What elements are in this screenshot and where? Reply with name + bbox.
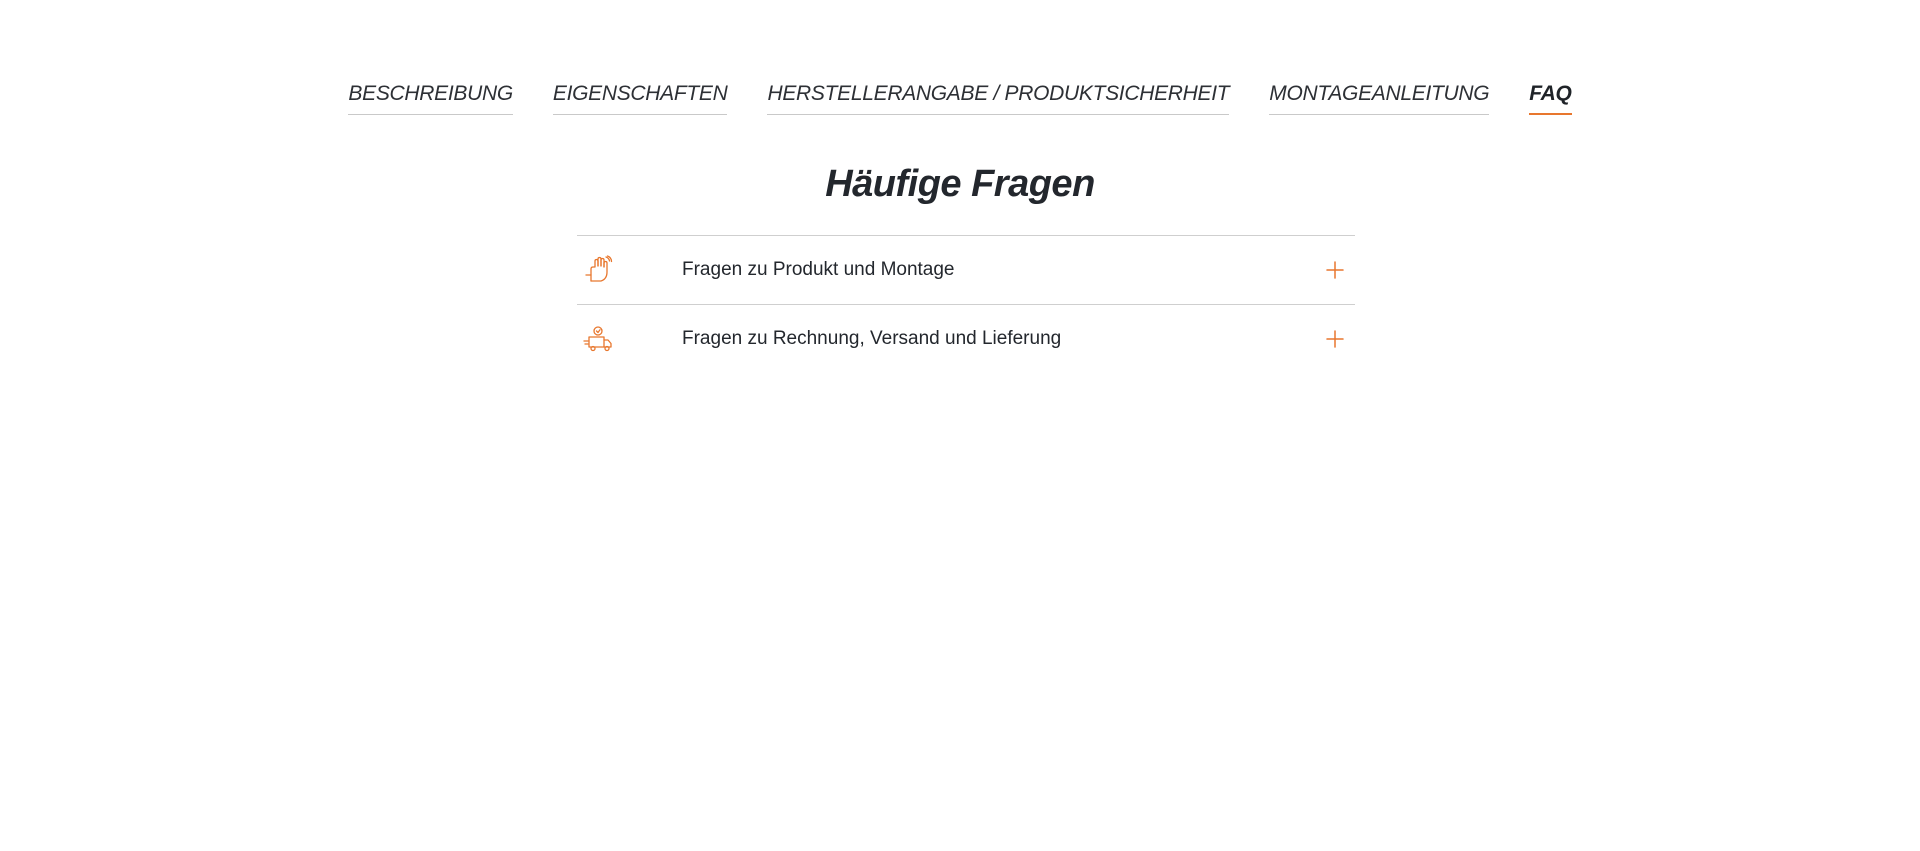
product-tabs: BESCHREIBUNG EIGENSCHAFTEN HERSTELLERANG… bbox=[0, 80, 1920, 115]
waving-hand-icon bbox=[583, 255, 613, 285]
tab-faq[interactable]: FAQ bbox=[1529, 80, 1572, 115]
faq-item-label: Fragen zu Rechnung, Versand und Lieferun… bbox=[682, 328, 1062, 349]
faq-item-rechnung-versand[interactable]: Fragen zu Rechnung, Versand und Lieferun… bbox=[577, 305, 1355, 373]
tab-eigenschaften[interactable]: EIGENSCHAFTEN bbox=[552, 80, 728, 115]
faq-item-label: Fragen zu Produkt und Montage bbox=[682, 259, 955, 280]
tab-beschreibung[interactable]: BESCHREIBUNG bbox=[348, 80, 513, 115]
plus-icon[interactable] bbox=[1325, 260, 1345, 280]
plus-icon[interactable] bbox=[1325, 329, 1345, 349]
delivery-truck-icon bbox=[583, 324, 613, 354]
faq-accordion: Fragen zu Produkt und Montage Fragen zu … bbox=[577, 235, 1355, 373]
tab-herstellerangabe[interactable]: HERSTELLERANGABE / PRODUKTSICHERHEIT bbox=[767, 80, 1230, 115]
faq-item-produkt-montage[interactable]: Fragen zu Produkt und Montage bbox=[577, 236, 1355, 305]
tab-montageanleitung[interactable]: MONTAGEANLEITUNG bbox=[1269, 80, 1490, 115]
faq-title: Häufige Fragen bbox=[825, 163, 1095, 205]
